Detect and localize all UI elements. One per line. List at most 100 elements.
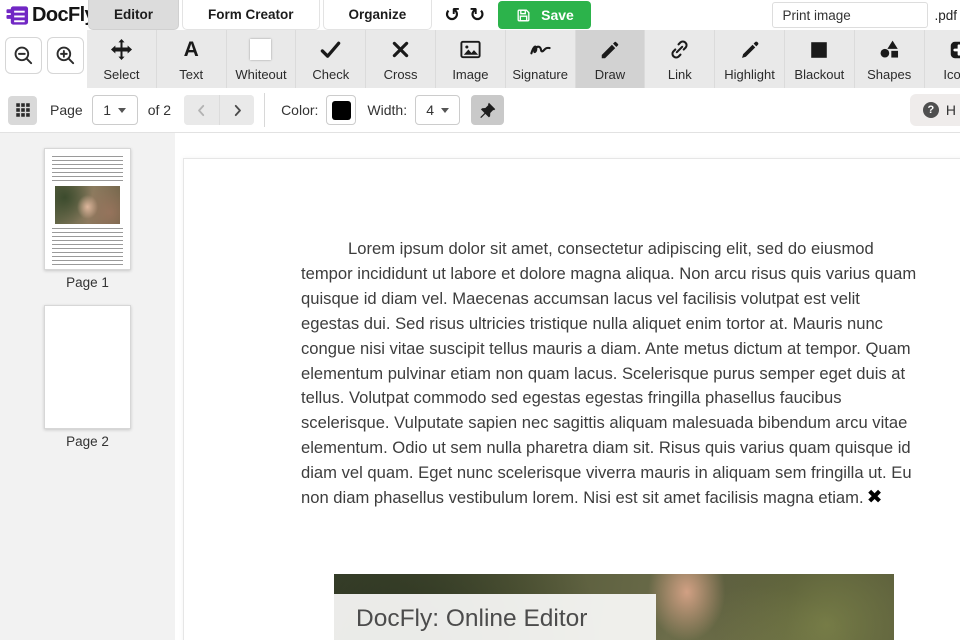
tool-label: Cross: [383, 66, 418, 82]
tool-label: Shapes: [867, 66, 912, 82]
white-square-icon: [250, 39, 272, 60]
tab-organize[interactable]: Organize: [322, 0, 433, 30]
question-circle-icon: ?: [922, 102, 939, 118]
tool-check[interactable]: Check: [296, 30, 367, 88]
tool-icons[interactable]: Icons: [925, 30, 960, 88]
pencil-icon: [601, 41, 619, 58]
main-content: Page 1 Page 2 Lorem ipsum dolor sit amet…: [0, 133, 960, 640]
grid-view-button[interactable]: [8, 95, 37, 125]
tool-link[interactable]: Link: [645, 30, 716, 88]
tool-label: Whiteout: [235, 66, 287, 82]
tool-blackout[interactable]: Blackout: [785, 30, 855, 88]
page-1-thumbnail-label: Page 1: [66, 275, 109, 290]
width-select[interactable]: 4: [415, 95, 461, 125]
tool-signature[interactable]: Signature: [506, 30, 576, 88]
magnifier-minus-icon: [14, 46, 33, 65]
chevron-left-icon: [198, 104, 205, 116]
tool-label: Blackout: [794, 66, 845, 82]
editor-canvas[interactable]: Lorem ipsum dolor sit amet, consectetur …: [175, 133, 960, 640]
thumbnail-text-lines: [52, 156, 123, 182]
tool-strip: Select A Text Whiteout Check Cross Image…: [87, 30, 960, 88]
signature-squiggle-icon: [530, 45, 551, 55]
black-square-icon: [811, 41, 828, 58]
page-bar: Page 1 of 2 Color: Width: 4 ? H: [0, 88, 960, 133]
tool-label: Select: [103, 66, 140, 82]
tool-image[interactable]: Image: [436, 30, 506, 88]
tool-draw[interactable]: Draw: [575, 30, 646, 88]
undo-button[interactable]: ↺: [444, 5, 460, 25]
color-label: Color:: [281, 102, 319, 118]
shapes-icon: [880, 40, 898, 58]
thumbnail-photo: [55, 186, 120, 224]
page-select[interactable]: 1: [91, 95, 138, 125]
tool-label: Link: [667, 66, 692, 82]
tool-label: Image: [452, 66, 489, 82]
pushpin-icon: [480, 102, 496, 118]
tab-editor[interactable]: Editor: [88, 0, 179, 30]
tool-cross[interactable]: Cross: [366, 30, 436, 88]
tool-label: Signature: [512, 66, 568, 82]
chevron-down-icon: [118, 107, 127, 113]
page-2-thumbnail-label: Page 2: [66, 434, 109, 449]
width-value: 4: [426, 102, 434, 118]
thumbnail-text-lines: [52, 228, 123, 265]
zoom-controls: [0, 30, 87, 88]
next-page-button[interactable]: [219, 95, 255, 125]
tool-label: Text: [179, 66, 204, 82]
logo-text: DocFly: [32, 3, 96, 26]
previous-page-button[interactable]: [184, 95, 220, 125]
document-image[interactable]: DocFly: Online Editor: [334, 574, 894, 640]
top-bar: DocFly Editor Form Creator Organize ↺ ↻ …: [0, 0, 960, 30]
plus-square-icon: [950, 41, 960, 58]
thumbnail-sidebar: Page 1 Page 2: [0, 133, 175, 640]
tool-bar: Select A Text Whiteout Check Cross Image…: [0, 30, 960, 88]
magnifier-plus-icon: [56, 46, 75, 65]
docfly-logo: DocFly: [0, 0, 96, 30]
image-caption-overlay: DocFly: Online Editor: [334, 594, 656, 640]
docfly-logo-icon: [6, 5, 29, 25]
tool-label: Check: [312, 66, 350, 82]
cross-icon: [392, 41, 409, 58]
tool-highlight[interactable]: Highlight: [715, 30, 785, 88]
checkmark-icon: [321, 41, 341, 58]
move-icon: [110, 38, 132, 61]
document-page[interactable]: Lorem ipsum dolor sit amet, consectetur …: [183, 158, 960, 640]
page-nav-group: [184, 95, 255, 125]
color-swatch-button[interactable]: [326, 95, 357, 125]
current-page-value: 1: [103, 102, 112, 118]
cross-annotation[interactable]: ✖: [867, 486, 883, 508]
chevron-down-icon: [441, 107, 449, 113]
tool-whiteout[interactable]: Whiteout: [227, 30, 297, 88]
highlighter-icon: [742, 41, 759, 58]
help-label: H: [945, 102, 956, 118]
page-2-thumbnail[interactable]: [44, 305, 131, 429]
zoom-in-button[interactable]: [47, 37, 84, 74]
image-caption-text: DocFly: Online Editor: [356, 605, 588, 632]
page-1-thumbnail[interactable]: [44, 148, 131, 270]
chevron-right-icon: [234, 104, 241, 116]
page-count-label: of 2: [147, 102, 172, 118]
page-label: Page: [50, 102, 83, 118]
redo-button[interactable]: ↻: [469, 5, 485, 25]
grid-view-icon: [15, 103, 30, 117]
save-button[interactable]: Save: [498, 1, 591, 29]
tool-label: Icons: [943, 66, 960, 82]
width-label: Width:: [367, 102, 408, 118]
picture-icon: [460, 40, 481, 59]
document-paragraph: Lorem ipsum dolor sit amet, consectetur …: [301, 237, 917, 511]
tool-select[interactable]: Select: [87, 30, 157, 88]
floppy-disk-icon: [517, 9, 530, 21]
file-extension: .pdf: [934, 7, 957, 23]
divider: [264, 93, 266, 127]
tool-label: Draw: [594, 66, 626, 82]
tab-form-creator[interactable]: Form Creator: [182, 0, 320, 30]
save-label: Save: [541, 7, 574, 23]
tool-text[interactable]: A Text: [157, 30, 227, 88]
help-button[interactable]: ? H: [909, 94, 960, 126]
filename-input[interactable]: [772, 2, 929, 28]
zoom-out-button[interactable]: [5, 37, 42, 74]
pin-toolbar-button[interactable]: [471, 95, 505, 125]
tool-shapes[interactable]: Shapes: [855, 30, 925, 88]
chain-link-icon: [671, 40, 688, 59]
paragraph-text: Lorem ipsum dolor sit amet, consectetur …: [301, 239, 917, 508]
